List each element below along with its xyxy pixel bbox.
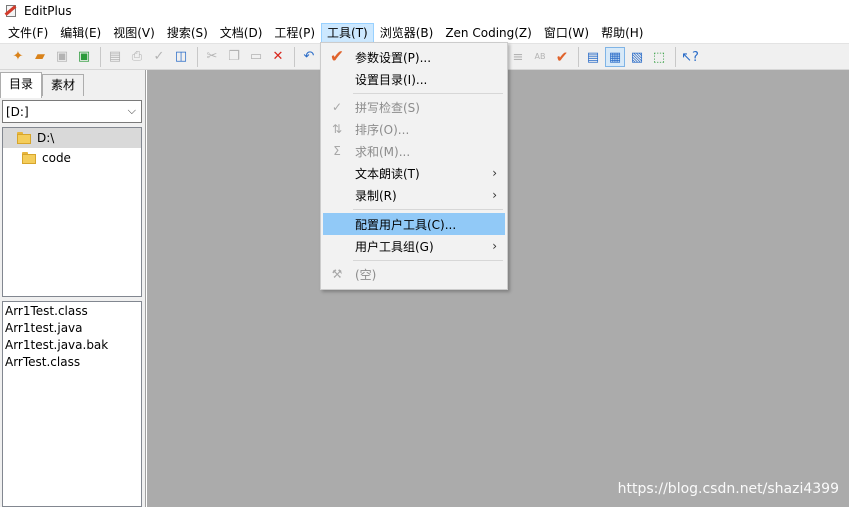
- delete-icon[interactable]: ✕: [268, 47, 288, 67]
- menu-item-label: 拼写检查(S): [355, 100, 420, 115]
- file-list-item[interactable]: ArrTest.class: [3, 354, 141, 371]
- menu-item-sort[interactable]: ⇅ 排序(O)...: [323, 118, 505, 140]
- menu-item-spell-check[interactable]: ✓ 拼写检查(S): [323, 96, 505, 118]
- tab-directory[interactable]: 目录: [0, 72, 43, 98]
- menu-tools[interactable]: 工具(T): [321, 22, 374, 43]
- menu-item-label: 文本朗读(T): [355, 166, 420, 181]
- toolbar-divider: [197, 46, 198, 67]
- open-folder-icon[interactable]: ▰: [30, 47, 50, 67]
- menu-item-sum[interactable]: Σ 求和(M)...: [323, 140, 505, 162]
- spell-check-icon[interactable]: ✓: [149, 47, 169, 67]
- tree-item-label: D:\: [37, 131, 55, 145]
- folder-icon: [22, 152, 36, 164]
- spell-check-icon: ✓: [331, 100, 343, 114]
- file-list[interactable]: Arr1Test.class Arr1test.java Arr1test.ja…: [2, 301, 142, 507]
- print-preview-icon[interactable]: ▤: [105, 47, 125, 67]
- file-list-item[interactable]: Arr1test.java: [3, 320, 141, 337]
- menu-item-user-tool-groups[interactable]: 用户工具组(G) ›: [323, 235, 505, 257]
- directory-window-icon[interactable]: ▦: [605, 47, 625, 67]
- menu-item-label: 录制(R): [355, 188, 397, 203]
- window-title: EditPlus: [24, 4, 72, 18]
- file-list-item[interactable]: Arr1Test.class: [3, 303, 141, 320]
- menu-item-label: 求和(M)...: [355, 144, 411, 159]
- toolbar-right: ≡ AB ✔ ▤ ▦ ▧ ⬚ ↖?: [508, 46, 702, 68]
- menu-project[interactable]: 工程(P): [268, 23, 321, 43]
- print-icon[interactable]: ⎙: [127, 47, 147, 67]
- menu-document[interactable]: 文档(D): [214, 23, 269, 43]
- menu-item-label: (空): [355, 267, 377, 282]
- menu-item-record[interactable]: 录制(R) ›: [323, 184, 505, 206]
- menu-file[interactable]: 文件(F): [2, 23, 54, 43]
- menu-help[interactable]: 帮助(H): [595, 23, 649, 43]
- file-list-item[interactable]: Arr1test.java.bak: [3, 337, 141, 354]
- paste-icon[interactable]: ▭: [246, 47, 266, 67]
- wrench-icon: ⚒: [331, 267, 343, 281]
- folder-icon: [17, 132, 31, 144]
- tree-item-d-drive[interactable]: D:\: [3, 128, 141, 148]
- submenu-arrow-icon: ›: [492, 239, 497, 253]
- title-bar: EditPlus: [0, 0, 849, 22]
- menu-separator: [353, 93, 503, 94]
- chevron-down-icon: ⌵: [127, 104, 136, 117]
- menu-item-configure-user-tools[interactable]: 配置用户工具(C)...: [323, 213, 505, 235]
- menu-item-label: 排序(O)...: [355, 122, 410, 137]
- browser-preview-icon[interactable]: ◫: [171, 47, 191, 67]
- context-help-icon[interactable]: ↖?: [680, 47, 700, 67]
- panel-tabs: 目录 素材: [0, 72, 146, 98]
- copy-icon[interactable]: ❐: [224, 47, 244, 67]
- toolbar-divider: [578, 47, 579, 67]
- editplus-logo-icon: [4, 4, 18, 18]
- menu-item-label: 配置用户工具(C)...: [355, 217, 457, 232]
- check-icon[interactable]: ✔: [552, 47, 572, 67]
- undo-icon[interactable]: ↶: [299, 47, 319, 67]
- menu-zen-coding[interactable]: Zen Coding(Z): [439, 23, 538, 43]
- tab-cliptext[interactable]: 素材: [42, 74, 85, 96]
- menu-window[interactable]: 窗口(W): [538, 23, 595, 43]
- cliptext-window-icon[interactable]: ▧: [627, 47, 647, 67]
- full-screen-icon[interactable]: ⬚: [649, 47, 669, 67]
- menu-item-set-directory[interactable]: 设置目录(I)...: [323, 68, 505, 90]
- output-window-icon[interactable]: ▤: [583, 47, 603, 67]
- toolbar-divider: [100, 46, 101, 67]
- menu-browser[interactable]: 浏览器(B): [374, 23, 440, 43]
- menu-search[interactable]: 搜索(S): [161, 23, 214, 43]
- drive-select-value: [D:]: [6, 104, 29, 119]
- menu-item-label: 用户工具组(G): [355, 239, 434, 254]
- cut-icon[interactable]: ✂: [202, 47, 222, 67]
- menu-item-empty-tool[interactable]: ⚒ (空): [323, 263, 505, 285]
- save-icon[interactable]: ▣: [52, 47, 72, 67]
- drive-select[interactable]: [D:] ⌵: [2, 100, 142, 123]
- tools-menu: ✔ 参数设置(P)... 设置目录(I)... ✓ 拼写检查(S) ⇅ 排序(O…: [320, 42, 508, 290]
- menu-view[interactable]: 视图(V): [107, 23, 161, 43]
- directory-panel: 目录 素材 [D:] ⌵ D:\ code Arr1Test.class Arr…: [0, 70, 146, 507]
- menu-bar: 文件(F) 编辑(E) 视图(V) 搜索(S) 文档(D) 工程(P) 工具(T…: [0, 22, 849, 43]
- menu-item-label: 参数设置(P)...: [355, 50, 432, 65]
- word-count-icon[interactable]: AB: [530, 47, 550, 67]
- menu-item-text-to-speech[interactable]: 文本朗读(T) ›: [323, 162, 505, 184]
- new-file-icon[interactable]: ✦: [8, 47, 28, 67]
- menu-item-label: 设置目录(I)...: [355, 72, 428, 87]
- sum-icon: Σ: [333, 144, 341, 158]
- submenu-arrow-icon: ›: [492, 188, 497, 202]
- sort-icon: ⇅: [331, 122, 343, 136]
- menu-separator: [353, 209, 503, 210]
- directory-tree[interactable]: D:\ code: [2, 127, 142, 297]
- save-all-icon[interactable]: ▣: [74, 47, 94, 67]
- watermark: https://blog.csdn.net/shazi4399: [617, 481, 839, 497]
- toolbar-divider: [294, 46, 295, 67]
- menu-item-preferences[interactable]: ✔ 参数设置(P)...: [323, 46, 505, 68]
- tree-item-code[interactable]: code: [3, 148, 141, 168]
- submenu-arrow-icon: ›: [492, 166, 497, 180]
- menu-edit[interactable]: 编辑(E): [54, 23, 107, 43]
- sort-icon[interactable]: ≡: [508, 47, 528, 67]
- toolbar-divider: [675, 47, 676, 67]
- check-icon: ✔: [329, 47, 345, 67]
- menu-separator: [353, 260, 503, 261]
- tree-item-label: code: [42, 151, 71, 165]
